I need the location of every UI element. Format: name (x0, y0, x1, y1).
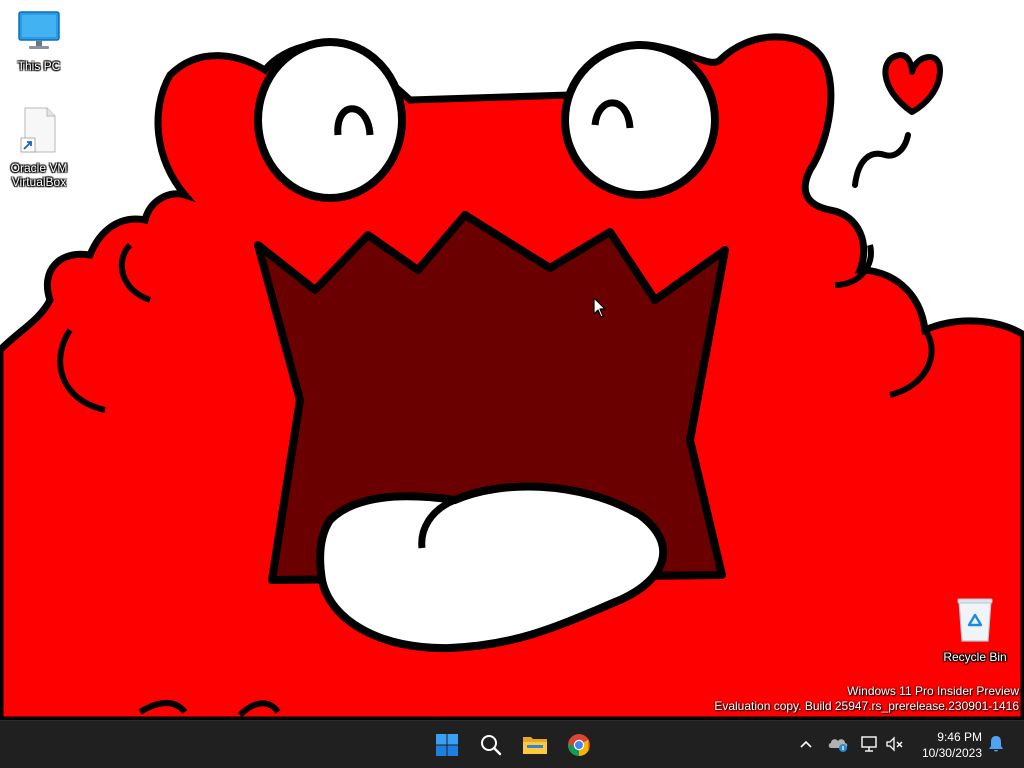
volume-muted-icon (886, 736, 903, 752)
recycle-bin-label: Recycle Bin (943, 650, 1007, 664)
show-hidden-icons-button[interactable] (795, 733, 817, 755)
file-explorer-button[interactable] (517, 727, 553, 763)
recycle-bin-icon (937, 597, 1013, 648)
chrome-icon (568, 734, 590, 756)
windows-evaluation-watermark: Windows 11 Pro Insider Preview Evaluatio… (714, 684, 1019, 714)
search-button[interactable] (473, 727, 509, 763)
network-icon (861, 736, 877, 752)
watermark-build: Evaluation copy. Build 25947.rs_prerelea… (714, 699, 1019, 713)
this-pc-label: This PC (17, 59, 61, 73)
file-explorer-icon (523, 737, 547, 754)
taskbar: 9:46 PM 10/30/2023 (0, 720, 1024, 768)
notification-center-button[interactable] (985, 733, 1007, 755)
clock-time: 9:46 PM (937, 730, 982, 744)
virtualbox-desktop-icon[interactable]: Oracle VM VirtualBox (1, 106, 77, 189)
chevron-up-icon (800, 740, 812, 748)
search-icon (481, 735, 502, 756)
taskbar-clock[interactable]: 9:46 PM 10/30/2023 (922, 729, 982, 761)
desktop: This PC Oracle VM VirtualBox Recycle Bin… (0, 0, 1024, 720)
recycle-bin-desktop-icon[interactable]: Recycle Bin (937, 597, 1013, 664)
virtualbox-label: Oracle VM VirtualBox (10, 161, 68, 189)
mouse-cursor-icon (593, 297, 606, 318)
clock-date: 10/30/2023 (921, 746, 982, 760)
chrome-button[interactable] (561, 727, 597, 763)
watermark-edition: Windows 11 Pro Insider Preview (847, 684, 1019, 698)
windows-start-icon (436, 734, 458, 756)
start-button[interactable] (429, 727, 465, 763)
onedrive-icon (828, 739, 848, 752)
this-pc-desktop-icon[interactable]: This PC (1, 10, 77, 73)
shortcut-file-icon (1, 106, 77, 159)
onedrive-tray-button[interactable] (827, 733, 849, 755)
volume-tray-button[interactable] (884, 733, 906, 755)
monitor-icon (1, 10, 77, 57)
wallpaper-image (0, 33, 1024, 720)
network-tray-button[interactable] (859, 733, 881, 755)
notification-bell-icon (989, 736, 1003, 752)
